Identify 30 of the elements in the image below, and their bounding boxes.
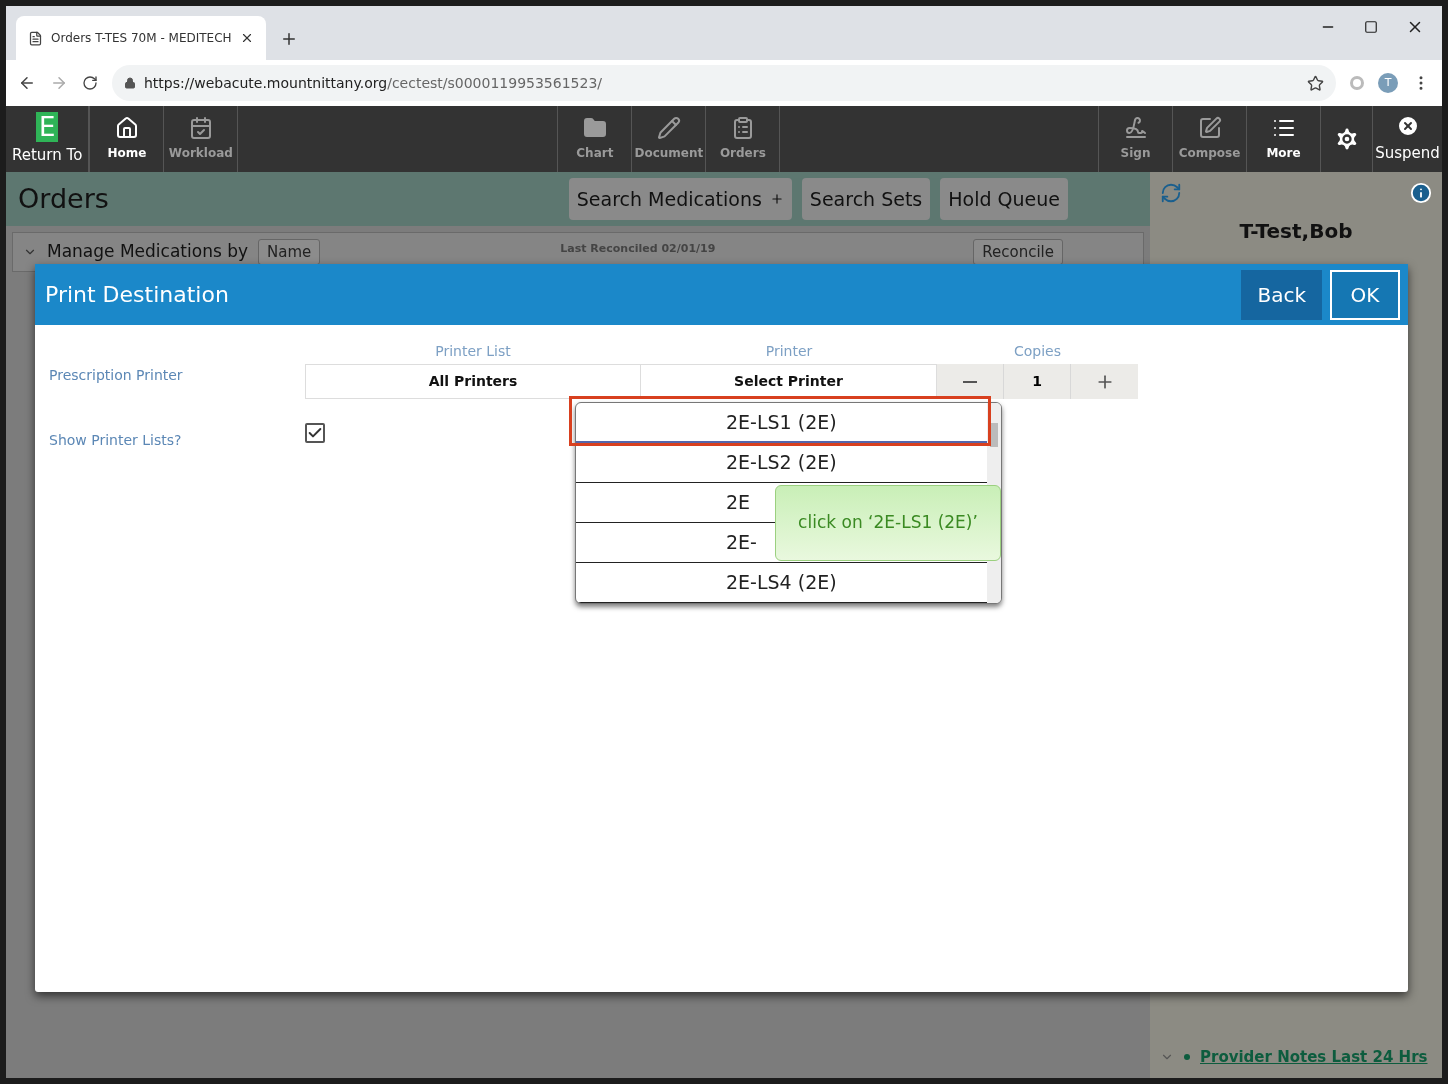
logo-icon: E — [36, 111, 59, 142]
header-button[interactable]: Search Sets — [801, 178, 931, 220]
field-label: Prescription Printer — [49, 366, 184, 385]
column-header: Copies — [1013, 342, 1062, 361]
url-text: https://webacute.mountnittany.org/cectest/s0000119953561523/ — [144, 73, 603, 93]
field-label: Show Printer Lists? — [49, 431, 183, 450]
last-reconciled-text: Last Reconciled 02/01/19 — [560, 241, 716, 257]
copies-value: 1 — [1004, 364, 1071, 399]
printer-option[interactable]: 2E-LS1 (2E) — [576, 403, 987, 443]
column-header: Printer List — [434, 342, 512, 361]
header-button[interactable]: Hold Queue — [940, 178, 1068, 220]
dialog-title: Print Destination — [45, 281, 229, 309]
browser-tab[interactable]: Orders T-TES 70M - MEDITECH — [16, 16, 266, 60]
printer-select[interactable]: Select Printer — [641, 364, 937, 399]
dialog-button[interactable]: OK — [1330, 269, 1400, 320]
dialog-button[interactable]: Back — [1241, 269, 1322, 320]
printer-option[interactable]: 2E-LS2 (2E) — [576, 443, 987, 483]
reconcile-button[interactable]: Reconcile — [973, 239, 1063, 265]
tab-title: Orders T-TES 70M - MEDITECH — [51, 30, 232, 47]
hint-text: click on ‘2E-LS1 (2E)’ — [798, 511, 978, 535]
printer-option[interactable]: 2E-LS4 (2E) — [576, 563, 987, 603]
address-field[interactable]: https://webacute.mountnittany.org/cectest/s0000119953561523/ — [112, 65, 1336, 101]
profile-avatar[interactable]: T — [1378, 73, 1398, 93]
section-title: Manage Medications by — [47, 240, 248, 263]
page-title: Orders — [18, 181, 109, 216]
patient-name: T-Test,Bob — [1239, 218, 1353, 245]
header-button[interactable]: Search Medications — [568, 178, 792, 220]
sort-button[interactable]: Name — [258, 239, 321, 265]
column-header: Printer — [764, 342, 814, 361]
printer-list-select[interactable]: All Printers — [305, 364, 641, 399]
